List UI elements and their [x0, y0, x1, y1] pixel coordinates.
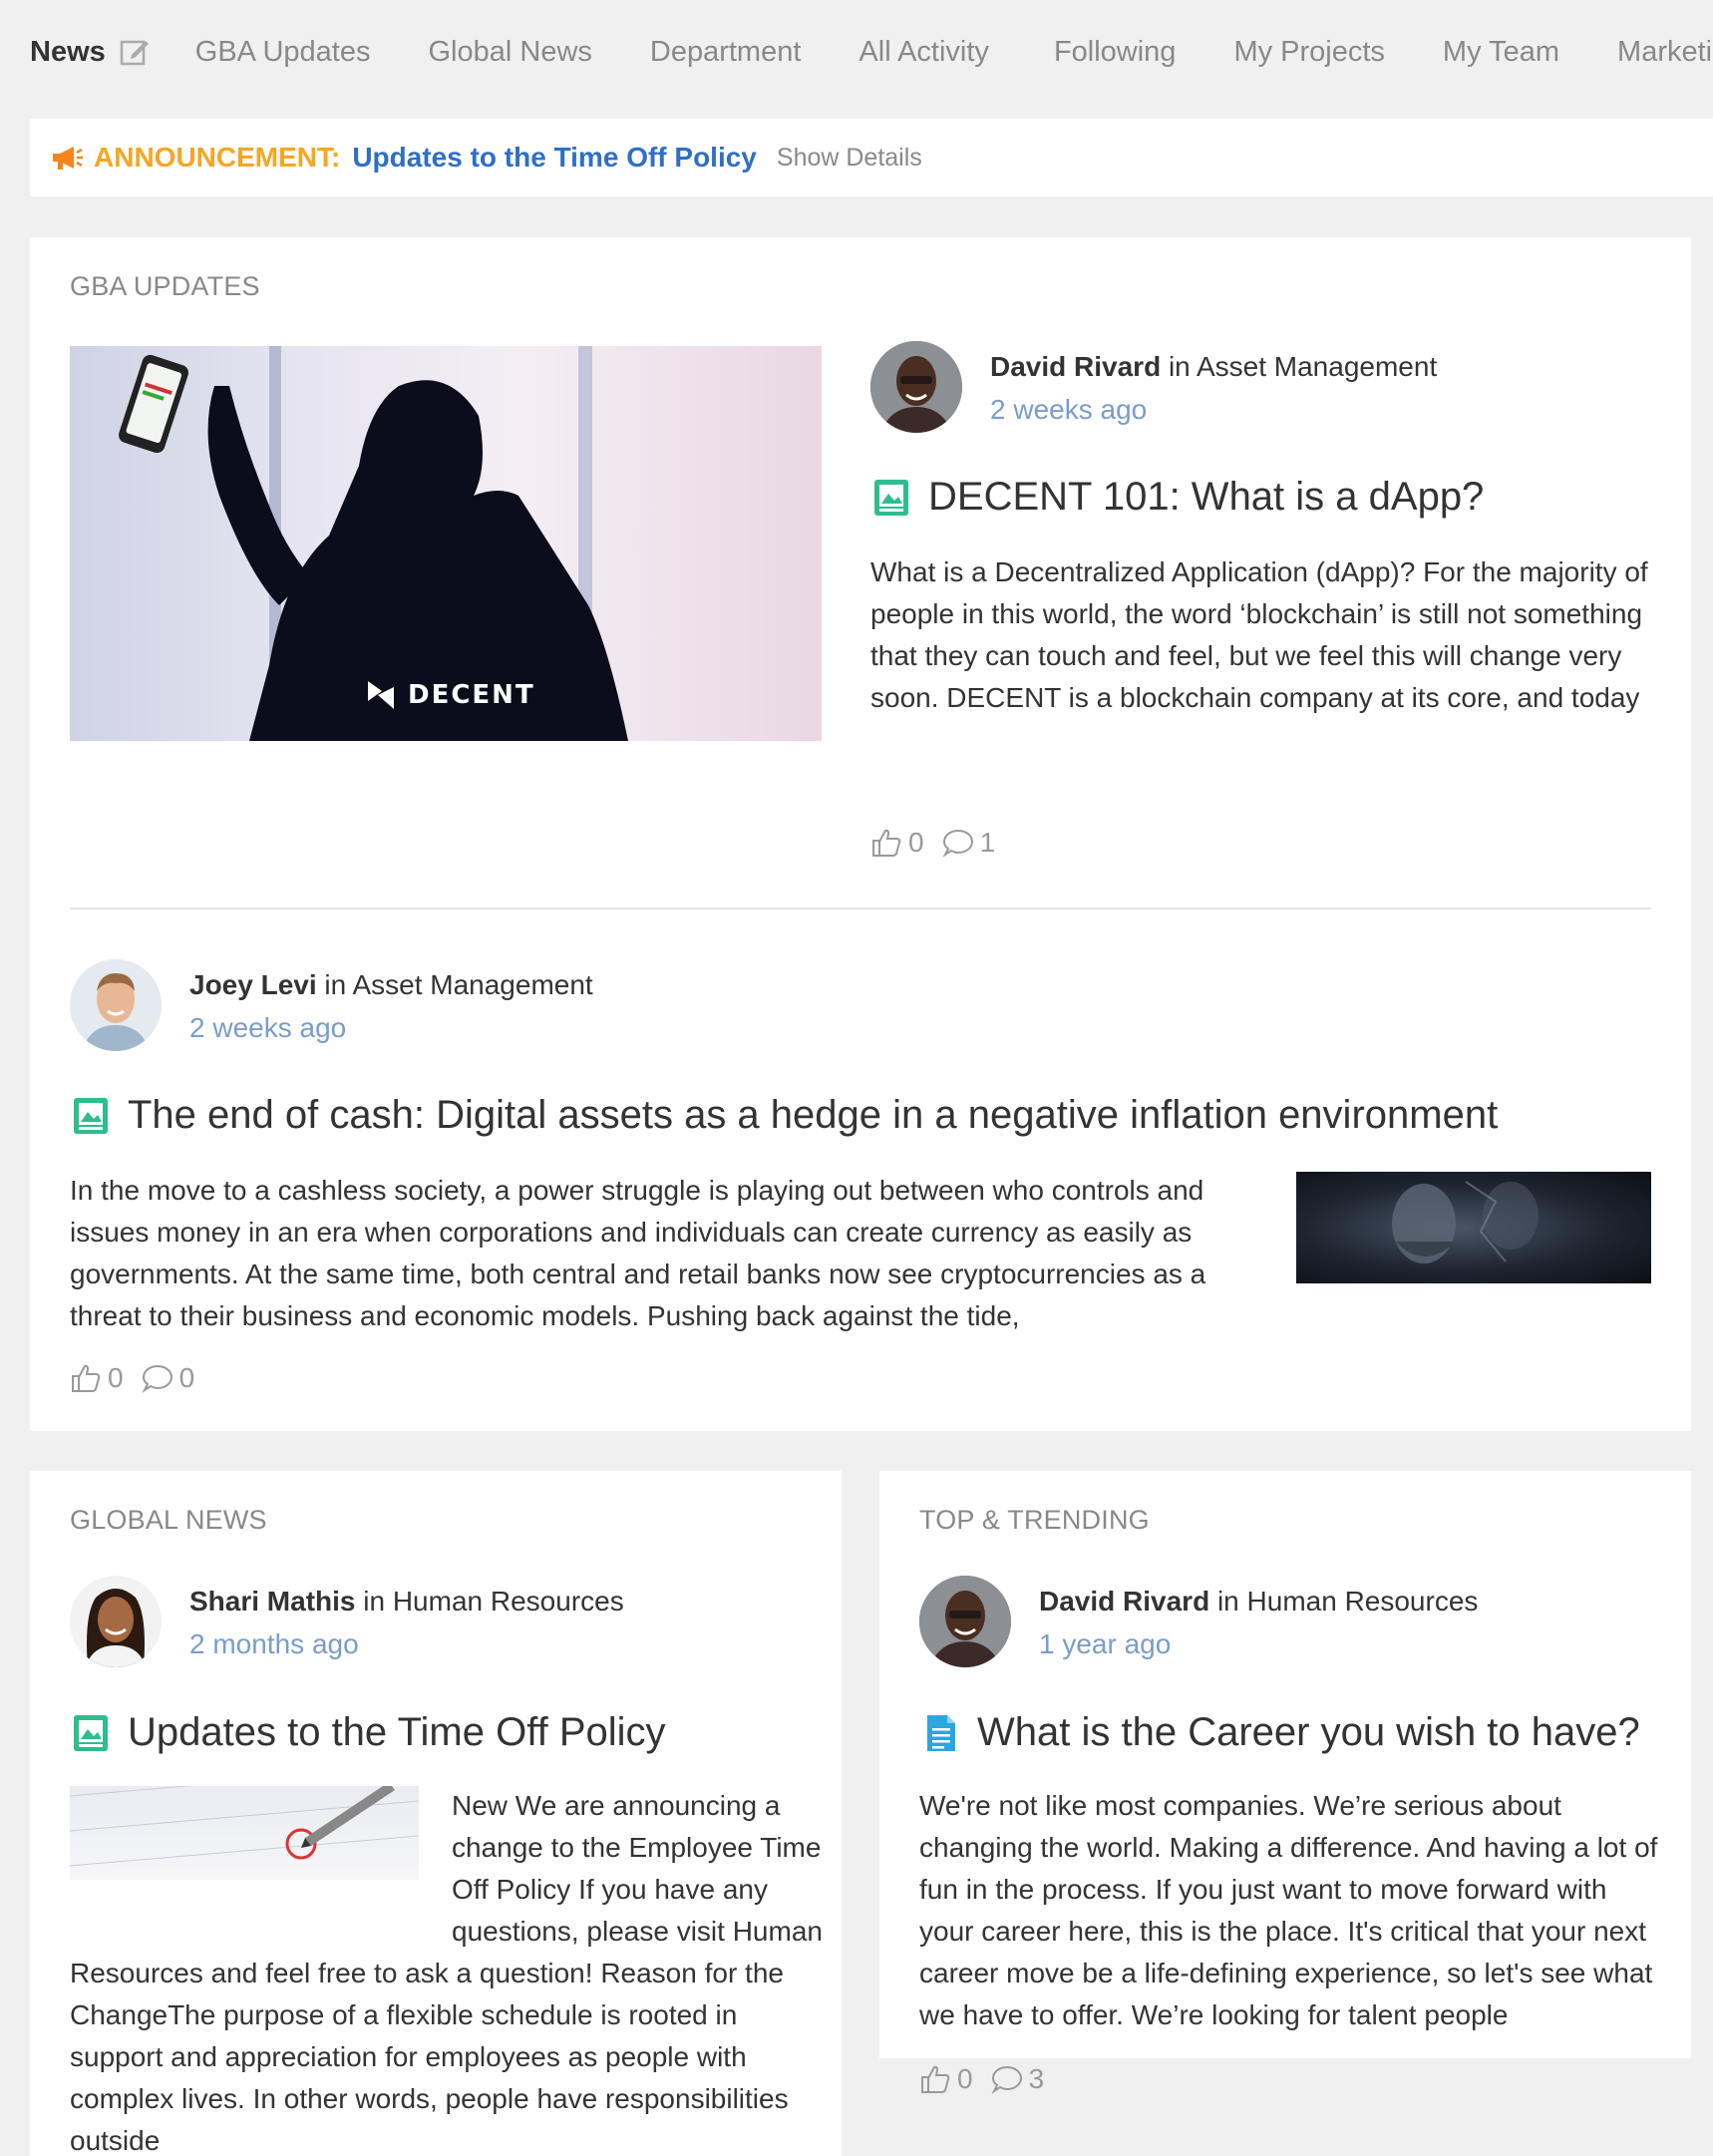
author-name-link[interactable]: Shari Mathis — [189, 1586, 355, 1617]
post-image-banknote[interactable] — [1296, 1172, 1651, 1283]
post-time[interactable]: 2 weeks ago — [189, 1012, 346, 1044]
section-title: GBA UPDATES — [70, 271, 260, 301]
section-title: GLOBAL NEWS — [70, 1505, 267, 1535]
avatar-shari-mathis[interactable] — [70, 1576, 162, 1667]
nav-marketing[interactable]: Marketing — [1617, 36, 1713, 69]
author-name-link[interactable]: David Rivard — [990, 351, 1161, 382]
comment-icon[interactable] — [141, 1362, 173, 1394]
avatar-portrait — [919, 1576, 1011, 1667]
post-title-text: Updates to the Time Off Policy — [128, 1710, 666, 1754]
nav-global-news[interactable]: Global News — [428, 36, 591, 69]
like-count: 0 — [108, 1362, 124, 1393]
comment-count: 1 — [979, 827, 996, 858]
post-title-link[interactable]: What is the Career you wish to have? — [921, 1710, 1640, 1755]
decent-logo-mark — [368, 681, 394, 709]
post-excerpt: In the move to a cashless society, a pow… — [70, 1175, 1206, 1331]
post-meta: 0 1 — [870, 827, 1013, 859]
edit-icon[interactable] — [120, 37, 150, 67]
post-time[interactable]: 2 weeks ago — [990, 394, 1147, 426]
image-post-icon — [74, 1714, 108, 1751]
top-nav: News GBA Updates Global News Department … — [0, 0, 1713, 104]
post-title-link[interactable]: Updates to the Time Off Policy — [72, 1710, 666, 1755]
decent-logo-text: DECENT — [408, 680, 535, 710]
nav-all-activity[interactable]: All Activity — [858, 36, 989, 69]
post-meta: 0 0 — [70, 1362, 212, 1394]
author-group: in Asset Management — [316, 969, 593, 1000]
announcement-title-link[interactable]: Updates to the Time Off Policy — [352, 142, 757, 174]
document-post-icon — [927, 1714, 955, 1751]
post-time[interactable]: 2 months ago — [189, 1628, 359, 1660]
announcement-bar: ANNOUNCEMENT: Updates to the Time Off Po… — [30, 119, 1713, 196]
section-title: TOP & TRENDING — [919, 1505, 1150, 1535]
avatar-joey-levi[interactable] — [70, 959, 162, 1051]
avatar-portrait — [70, 959, 162, 1051]
post-author-line: David Rivard in Human Resources — [1039, 1586, 1478, 1617]
author-group: in Human Resources — [1209, 1586, 1479, 1617]
image-post-icon — [74, 1097, 108, 1134]
like-count: 0 — [957, 2063, 973, 2094]
post-excerpt: We're not like most companies. We’re ser… — [919, 1790, 1658, 2030]
author-name-link[interactable]: David Rivard — [1039, 1586, 1209, 1617]
image-post-icon — [874, 479, 908, 516]
comment-icon[interactable] — [990, 2063, 1023, 2095]
gba-updates-card: GBA UPDATES DECENT David Rivard in Asset… — [30, 237, 1691, 1431]
like-count: 0 — [908, 827, 924, 858]
avatar-david-rivard[interactable] — [870, 341, 962, 433]
avatar-david-rivard[interactable] — [919, 1576, 1011, 1667]
comment-count: 3 — [1028, 2063, 1045, 2094]
post-title-link[interactable]: DECENT 101: What is a dApp? — [872, 475, 1484, 520]
post-title-text: What is the Career you wish to have? — [977, 1710, 1640, 1754]
top-trending-card: TOP & TRENDING David Rivard in Human Res… — [879, 1471, 1691, 2094]
post-author-line: Joey Levi in Asset Management — [189, 969, 593, 1001]
post-title-text: DECENT 101: What is a dApp? — [928, 475, 1485, 519]
post-excerpt: New We are announcing a change to the Em… — [70, 1785, 828, 2156]
announcement-label: ANNOUNCEMENT: — [94, 142, 341, 173]
nav-news-label: News — [30, 35, 106, 68]
like-icon[interactable] — [919, 2063, 951, 2095]
post-author-line: David Rivard in Asset Management — [990, 351, 1437, 383]
post-image-decent[interactable]: DECENT — [70, 346, 822, 741]
post-author-line: Shari Mathis in Human Resources — [189, 1586, 624, 1617]
nav-news[interactable]: News — [30, 36, 150, 69]
avatar-portrait — [870, 341, 962, 433]
post-title-link[interactable]: The end of cash: Digital assets as a hed… — [72, 1093, 1498, 1138]
nav-gba-updates[interactable]: GBA Updates — [195, 36, 371, 69]
nav-following[interactable]: Following — [1054, 36, 1177, 69]
show-details-link[interactable]: Show Details — [777, 144, 922, 173]
excerpt-float-spacer — [70, 1785, 452, 1947]
author-name-link[interactable]: Joey Levi — [189, 969, 317, 1000]
decent-logo: DECENT — [364, 677, 535, 713]
comment-icon[interactable] — [941, 827, 974, 859]
post-meta: 0 3 — [919, 2063, 1062, 2095]
author-group: in Human Resources — [355, 1586, 624, 1617]
author-group: in Asset Management — [1161, 351, 1438, 382]
post-time[interactable]: 1 year ago — [1039, 1628, 1171, 1660]
post-title-text: The end of cash: Digital assets as a hed… — [128, 1093, 1499, 1137]
like-icon[interactable] — [70, 1362, 102, 1394]
banknote-image — [1392, 1181, 1539, 1263]
global-news-card: GLOBAL NEWS Shari Mathis in Human Resour… — [30, 1471, 842, 2156]
nav-department[interactable]: Department — [650, 36, 802, 69]
post-divider — [70, 907, 1651, 909]
avatar-portrait — [70, 1576, 162, 1667]
comment-count: 0 — [178, 1362, 195, 1393]
nav-my-team[interactable]: My Team — [1443, 36, 1559, 69]
nav-my-projects[interactable]: My Projects — [1233, 36, 1384, 69]
post-excerpt: What is a Decentralized Application (dAp… — [870, 556, 1648, 713]
megaphone-icon — [53, 147, 83, 170]
like-icon[interactable] — [870, 827, 902, 859]
